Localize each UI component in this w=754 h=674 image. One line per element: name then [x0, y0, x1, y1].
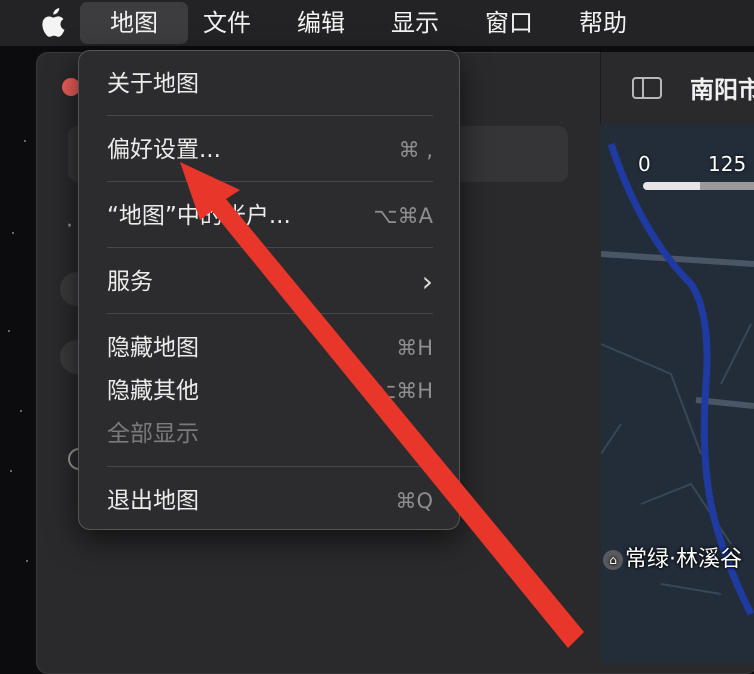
- menu-item-shortcut: ⌥⌘A: [373, 204, 433, 228]
- menu-edit[interactable]: 编辑: [288, 0, 354, 46]
- menu-separator: [107, 247, 433, 248]
- menu-item-show-all: 全部显示: [107, 416, 433, 452]
- menu-separator: [107, 466, 433, 467]
- background-star: [10, 470, 12, 472]
- sidebar-section-label: ·: [66, 214, 73, 239]
- background-star: [26, 560, 28, 562]
- maps-app-menu: 关于地图 偏好设置... ⌘ , “地图”中的帐户... ⌥⌘A 服务 › 隐藏…: [78, 50, 460, 530]
- menu-item-label: 服务: [107, 269, 153, 295]
- menu-item-shortcut: ⌘H: [396, 336, 433, 360]
- background-star: [24, 140, 26, 142]
- menu-item-label: 全部显示: [107, 421, 199, 447]
- menu-window[interactable]: 窗口: [476, 0, 542, 46]
- menu-help[interactable]: 帮助: [570, 0, 636, 46]
- menu-item-label: 隐藏地图: [107, 335, 199, 361]
- background-star: [12, 232, 14, 234]
- place-label-text: 常绿·林溪谷: [625, 547, 742, 572]
- menu-item-accounts[interactable]: “地图”中的帐户... ⌥⌘A: [107, 198, 433, 234]
- map-roads: [601, 142, 754, 616]
- scale-mid-label: 125: [708, 152, 747, 176]
- menu-item-shortcut: ⌘ ,: [398, 138, 433, 162]
- place-label[interactable]: ⌂ 常绿·林溪谷: [603, 541, 742, 573]
- residential-poi-icon: ⌂: [603, 550, 623, 570]
- menu-view[interactable]: 显示: [382, 0, 448, 46]
- menu-item-label: “地图”中的帐户...: [107, 203, 291, 229]
- menu-item-shortcut: ⌘Q: [395, 489, 433, 513]
- menu-item-about[interactable]: 关于地图: [107, 66, 433, 102]
- menu-item-shortcut: ⌥⌘H: [372, 379, 433, 403]
- menu-item-label: 关于地图: [107, 71, 199, 97]
- sidebar-toggle-icon[interactable]: [632, 77, 662, 99]
- menu-maps[interactable]: 地图: [80, 2, 188, 44]
- menu-bar: 地图 文件 编辑 显示 窗口 帮助: [0, 0, 754, 46]
- menu-item-label: 偏好设置...: [107, 137, 221, 163]
- menu-separator: [107, 313, 433, 314]
- map-view[interactable]: [601, 124, 754, 663]
- chevron-right-icon: ›: [421, 265, 433, 298]
- menu-file[interactable]: 文件: [194, 0, 260, 46]
- menu-item-label: 隐藏其他: [107, 378, 199, 404]
- menu-item-hide-others[interactable]: 隐藏其他 ⌥⌘H: [107, 373, 433, 409]
- scale-bar-fill: [700, 182, 754, 190]
- menu-item-hide-maps[interactable]: 隐藏地图 ⌘H: [107, 330, 433, 366]
- apple-icon[interactable]: [36, 6, 68, 40]
- background-star: [8, 330, 10, 332]
- menu-item-label: 退出地图: [107, 488, 199, 514]
- menu-separator: [107, 181, 433, 182]
- map-location-title: 南阳市: [690, 76, 754, 104]
- menu-item-services[interactable]: 服务 ›: [107, 264, 433, 300]
- scale-start-label: 0: [638, 152, 651, 176]
- menu-item-preferences[interactable]: 偏好设置... ⌘ ,: [107, 132, 433, 168]
- menu-item-quit[interactable]: 退出地图 ⌘Q: [107, 483, 433, 519]
- menu-separator: [107, 115, 433, 116]
- background-star: [20, 410, 22, 412]
